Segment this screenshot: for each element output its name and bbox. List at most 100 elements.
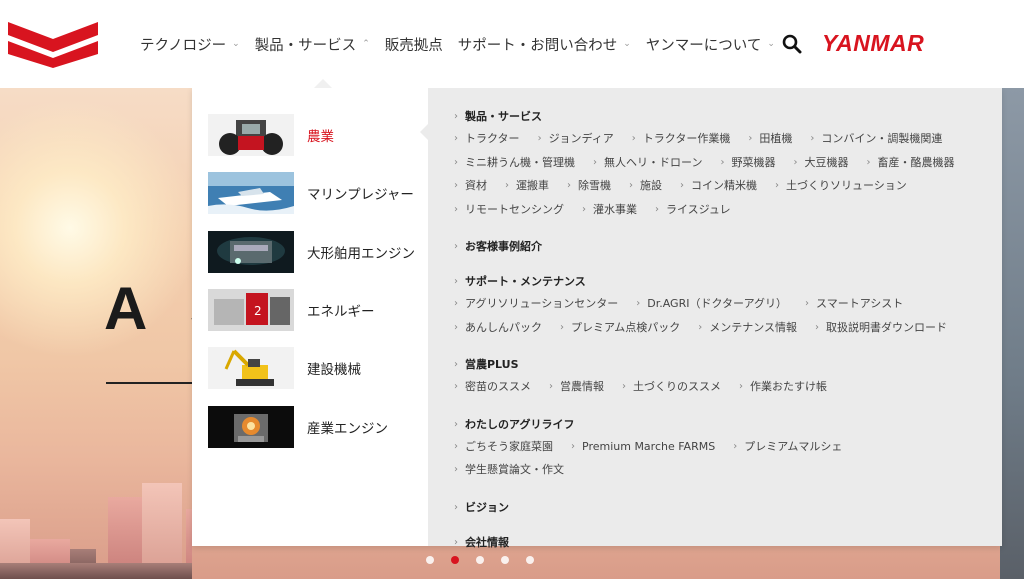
submenu-link[interactable]: › 営農情報: [549, 375, 604, 399]
hero-divider: [106, 382, 196, 384]
submenu-link-label: ライスジュレ: [666, 202, 731, 216]
category-list: 農業 マリンプレジャー 大形舶用エンジン 2 エネルギー 建設機械 産業エンジン: [192, 88, 428, 546]
submenu-link[interactable]: › 作業おたすけ帳: [739, 375, 827, 399]
submenu-link[interactable]: › プレミアムマルシェ: [733, 435, 842, 459]
submenu-link[interactable]: › 取扱説明書ダウンロード: [815, 316, 947, 340]
nav-products-services[interactable]: 製品・サービス ⌃: [255, 0, 370, 88]
nav-label: テクノロジー: [140, 37, 227, 54]
submenu-link[interactable]: › 灌水事業: [582, 198, 637, 222]
submenu-link-label: 密苗のススメ: [465, 380, 531, 393]
section-heading[interactable]: › お客様事例紹介: [454, 236, 1002, 257]
submenu-link[interactable]: › 学生懸賞論文・作文: [454, 458, 564, 482]
submenu-link-label: 学生懸賞論文・作文: [465, 463, 564, 476]
category-industrial-engine[interactable]: 産業エンジン: [192, 397, 428, 455]
section-heading[interactable]: › 営農PLUS: [454, 354, 1002, 375]
submenu-link-label: リモートセンシング: [465, 202, 564, 216]
submenu-link-label: コイン精米機: [691, 179, 757, 192]
chevron-down-icon: ⌄: [767, 39, 775, 49]
chevron-right-icon: ›: [454, 133, 458, 144]
category-large-marine-engine[interactable]: 大形舶用エンジン: [192, 223, 428, 281]
section-heading[interactable]: › わたしのアグリライフ: [454, 414, 1002, 435]
submenu-link-label: トラクター作業機: [642, 132, 731, 145]
chevron-right-icon: ›: [454, 418, 458, 430]
section-einou-plus: › 営農PLUS › 密苗のススメ › 営農情報 › 土づくりのススメ › 作業おたすけ帳: [454, 354, 1002, 399]
slide-dot-active[interactable]: [451, 556, 459, 564]
slide-dot[interactable]: [501, 556, 509, 564]
section-heading[interactable]: › 製品・サービス: [454, 106, 1002, 127]
category-label: 大形舶用エンジン: [307, 245, 415, 262]
submenu-link[interactable]: › 土づくりソリューション: [775, 174, 907, 198]
section-heading[interactable]: › 会社情報: [454, 532, 1002, 553]
submenu-link[interactable]: › 除雪機: [567, 174, 611, 198]
chevron-right-icon: ›: [454, 440, 458, 452]
submenu-link[interactable]: › スマートアシスト: [805, 292, 903, 316]
section-heading[interactable]: › サポート・メンテナンス: [454, 271, 1002, 292]
marine-engine-thumbnail: [208, 230, 294, 273]
category-energy[interactable]: 2 エネルギー: [192, 281, 428, 339]
submenu-link[interactable]: › 野菜機器: [720, 151, 775, 175]
submenu-link-label: 無人ヘリ・ドローン: [604, 155, 703, 169]
category-marine-pleasure[interactable]: マリンプレジャー: [192, 164, 428, 222]
submenu-link[interactable]: › コイン精米機: [680, 174, 757, 198]
submenu-link[interactable]: › 畜産・酪農機器: [866, 151, 954, 175]
slide-dot[interactable]: [476, 556, 484, 564]
chevron-right-icon: ›: [454, 203, 458, 215]
brand-wordmark[interactable]: YANMAR: [822, 30, 924, 57]
submenu-link[interactable]: › 土づくりのススメ: [622, 375, 721, 399]
chevron-right-icon: ›: [537, 133, 542, 144]
submenu-link[interactable]: › ライスジュレ: [655, 198, 731, 222]
submenu-link[interactable]: › コンバイン・調製機関連: [810, 127, 942, 151]
submenu-link[interactable]: › ミニ耕うん機・管理機: [454, 151, 575, 175]
boat-thumbnail: [208, 172, 294, 215]
submenu-link[interactable]: › 運搬車: [505, 174, 549, 198]
search-icon[interactable]: [782, 34, 802, 54]
submenu-link[interactable]: › 大豆機器: [793, 151, 848, 175]
submenu-link-label: プレミアム点検パック: [571, 320, 681, 334]
submenu-link[interactable]: › ごちそう家庭菜園: [454, 435, 553, 459]
section-heading[interactable]: › ビジョン: [454, 497, 1002, 518]
submenu-link-label: コンバイン・調製機関連: [821, 132, 943, 145]
slide-dot[interactable]: [526, 556, 534, 564]
section-support-maintenance: › サポート・メンテナンス › アグリソリューションセンター › Dr.AGRI（ドクタ…: [454, 271, 1002, 339]
submenu-link-label: 土づくりのススメ: [633, 380, 721, 393]
submenu-link[interactable]: › 密苗のススメ: [454, 375, 531, 399]
chevron-right-icon: ›: [454, 241, 458, 252]
submenu-link[interactable]: › Dr.AGRI（ドクターアグリ）: [636, 292, 787, 316]
section-links: › トラクター › ジョンディア › トラクター作業機 › 田植機 › コンバイン・調製機関連 › ミ…: [454, 127, 974, 221]
submenu-link[interactable]: › トラクター作業機: [632, 127, 731, 151]
yanmar-logo-icon[interactable]: [8, 22, 98, 68]
nav-technology[interactable]: テクノロジー ⌄: [140, 0, 240, 88]
submenu-link[interactable]: › 資材: [454, 174, 487, 198]
submenu-link[interactable]: › 田植機: [748, 127, 792, 151]
submenu-link[interactable]: › リモートセンシング: [454, 198, 564, 222]
submenu-link[interactable]: › トラクター: [454, 127, 520, 151]
category-construction[interactable]: 建設機械: [192, 339, 428, 397]
submenu-link[interactable]: › 施設: [629, 174, 662, 198]
city-edge: [1000, 88, 1024, 579]
submenu-link[interactable]: › Premium Marche FARMS: [571, 435, 715, 459]
chevron-right-icon: ›: [793, 156, 798, 168]
submenu-link-label: 土づくりソリューション: [786, 179, 907, 192]
slide-dot[interactable]: [426, 556, 434, 564]
submenu-link-label: Premium Marche FARMS: [582, 439, 716, 453]
chevron-right-icon: ›: [775, 180, 779, 191]
submenu-link[interactable]: › 無人ヘリ・ドローン: [593, 151, 702, 175]
section-heading-label: 営農PLUS: [465, 358, 519, 371]
section-links: › ごちそう家庭菜園 › Premium Marche FARMS › プレミアムマルシェ…: [454, 435, 974, 482]
nav-dealers[interactable]: 販売拠点: [385, 0, 443, 88]
chevron-up-icon: ⌃: [362, 39, 370, 49]
category-agriculture[interactable]: 農業: [192, 106, 428, 164]
chevron-right-icon: ›: [454, 501, 458, 513]
submenu-link[interactable]: › プレミアム点検パック: [560, 316, 680, 340]
nav-about[interactable]: ヤンマーについて ⌄: [646, 0, 775, 88]
chevron-right-icon: ›: [567, 180, 571, 191]
submenu-link[interactable]: › メンテナンス情報: [698, 316, 797, 340]
nav-support-contact[interactable]: サポート・お問い合わせ ⌄: [458, 0, 631, 88]
submenu-link-label: 野菜機器: [731, 155, 776, 169]
submenu-link-label: 除雪機: [578, 179, 611, 192]
submenu-link[interactable]: › ジョンディア: [538, 127, 614, 151]
submenu-link-label: ミニ耕うん機・管理機: [465, 155, 575, 169]
submenu-link-label: ごちそう家庭菜園: [465, 439, 553, 453]
submenu-link[interactable]: › あんしんパック: [454, 316, 542, 340]
submenu-link[interactable]: › アグリソリューションセンター: [454, 292, 618, 316]
